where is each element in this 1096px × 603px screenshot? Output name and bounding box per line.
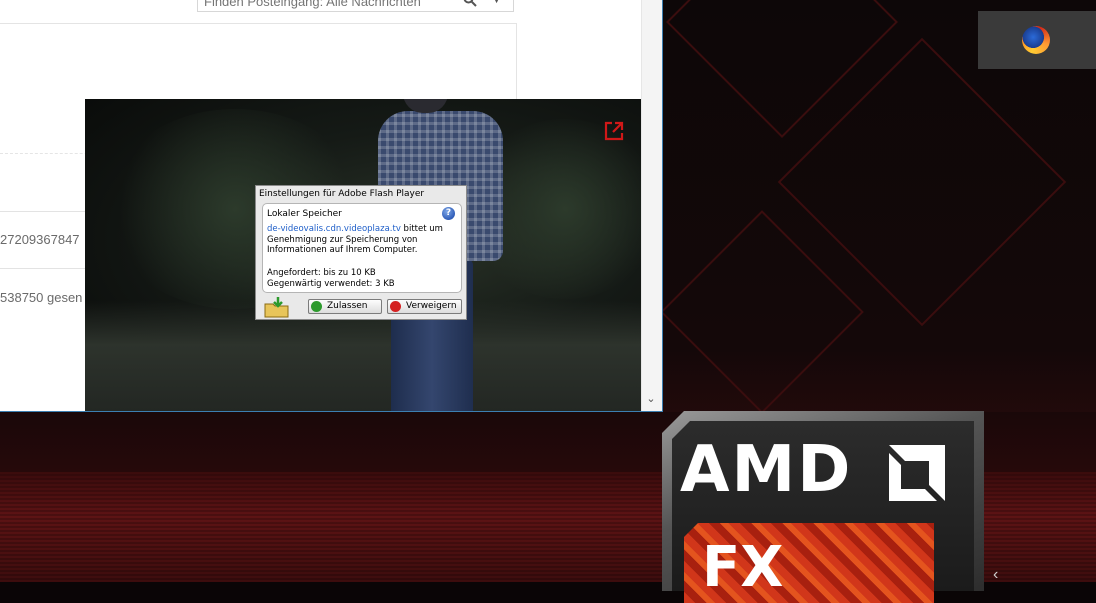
chevron-down-icon[interactable]: ▼ bbox=[492, 0, 501, 5]
mail-search-box[interactable]: ▼ bbox=[197, 0, 514, 12]
dialog-heading: Lokaler Speicher bbox=[267, 209, 342, 219]
taskbar-thumbnail[interactable] bbox=[978, 11, 1096, 69]
dialog-content: Lokaler Speicher ? de-videovalis.cdn.vid… bbox=[262, 203, 462, 293]
help-icon[interactable]: ? bbox=[442, 207, 455, 220]
deny-button[interactable]: Verweigern bbox=[387, 299, 462, 314]
scroll-down-arrow-icon[interactable]: ⌄ bbox=[645, 392, 657, 406]
domain-link[interactable]: de-videovalis.cdn.videoplaza.tv bbox=[267, 224, 401, 234]
deny-label: Verweigern bbox=[406, 301, 457, 311]
amd-arrow-logo-icon bbox=[889, 445, 945, 501]
list-item[interactable]: 538750 gesen bbox=[0, 290, 82, 305]
storage-info: Angefordert: bis zu 10 KB Gegenwärtig ve… bbox=[267, 268, 395, 289]
allow-label: Zulassen bbox=[327, 301, 368, 311]
folder-download-icon bbox=[264, 297, 289, 318]
fx-logo-text: FX bbox=[702, 535, 784, 600]
requested-size: Angefordert: bis zu 10 KB bbox=[267, 268, 376, 278]
amd-logo-text: AMD bbox=[680, 433, 853, 507]
wallpaper-diamond bbox=[660, 210, 864, 414]
amd-fx-badge: AMD FX bbox=[662, 411, 984, 603]
flash-settings-dialog: Einstellungen für Adobe Flash Player Lok… bbox=[255, 185, 467, 320]
search-input[interactable] bbox=[202, 0, 456, 10]
chevron-left-icon[interactable]: ‹ bbox=[993, 566, 998, 584]
dialog-message: de-videovalis.cdn.videoplaza.tv bittet u… bbox=[267, 224, 459, 256]
search-icon[interactable] bbox=[463, 0, 477, 7]
current-size: Gegenwärtig verwendet: 3 KB bbox=[267, 278, 395, 289]
dialog-title: Einstellungen für Adobe Flash Player bbox=[259, 189, 425, 199]
vertical-scrollbar[interactable] bbox=[641, 0, 662, 411]
block-icon bbox=[390, 301, 401, 312]
list-item[interactable]: 27209367847 bbox=[0, 232, 80, 247]
firefox-icon[interactable] bbox=[1022, 26, 1050, 54]
check-icon bbox=[311, 301, 322, 312]
allow-button[interactable]: Zulassen bbox=[308, 299, 382, 314]
popout-icon[interactable] bbox=[603, 120, 625, 142]
